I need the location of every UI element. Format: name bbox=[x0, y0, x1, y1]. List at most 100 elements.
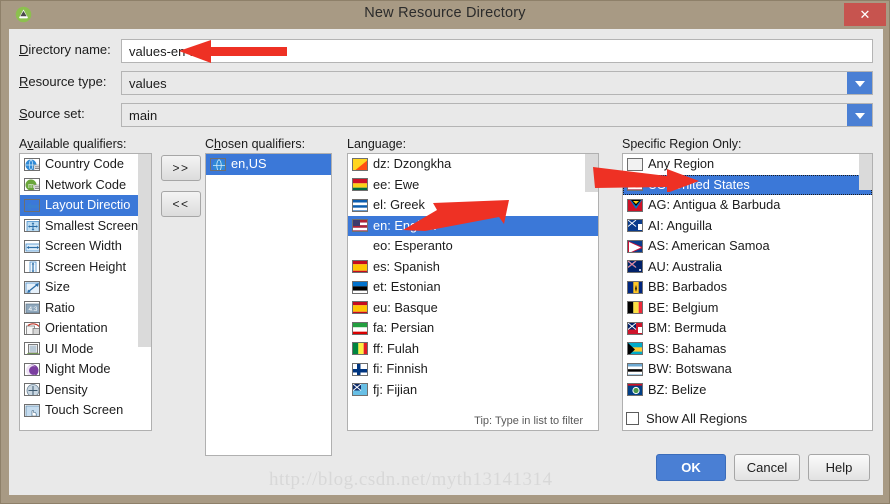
remove-qualifier-button[interactable]: << bbox=[161, 191, 201, 217]
list-item[interactable]: ff: Fulah bbox=[348, 339, 598, 360]
list-item[interactable]: Size bbox=[20, 277, 151, 298]
list-item[interactable]: el: Greek bbox=[348, 195, 598, 216]
blank-flag-icon bbox=[627, 157, 643, 171]
list-item[interactable]: es: Spanish bbox=[348, 257, 598, 278]
list-item[interactable]: BS: Bahamas bbox=[623, 339, 872, 360]
list-item[interactable]: US: United States bbox=[623, 174, 872, 195]
size-icon bbox=[24, 280, 40, 294]
list-item[interactable]: et: Estonian bbox=[348, 277, 598, 298]
filter-tip: Tip: Type in list to filter bbox=[474, 415, 583, 427]
add-qualifier-button[interactable]: >> bbox=[161, 155, 201, 181]
density-icon bbox=[24, 383, 40, 397]
flag-fi-icon bbox=[352, 362, 368, 376]
language-scrollbar[interactable] bbox=[585, 154, 598, 430]
flag-bm-icon bbox=[627, 321, 643, 335]
chevron-down-icon[interactable] bbox=[847, 72, 872, 94]
list-item[interactable]: Density bbox=[20, 380, 151, 401]
list-item[interactable]: m Network Code bbox=[20, 175, 151, 196]
flag-ee-icon bbox=[352, 280, 368, 294]
list-item-label: es: Spanish bbox=[373, 258, 440, 274]
scrollbar-thumb[interactable] bbox=[585, 154, 598, 192]
list-item[interactable]: AS: American Samoa bbox=[623, 236, 872, 257]
flag-be-icon bbox=[627, 301, 643, 315]
flag-bb-icon bbox=[627, 280, 643, 294]
source-set-combo[interactable]: main bbox=[121, 103, 873, 127]
list-item[interactable]: eu: Basque bbox=[348, 298, 598, 319]
scrollbar-thumb[interactable] bbox=[859, 154, 872, 190]
list-item[interactable]: AG: Antigua & Barbuda bbox=[623, 195, 872, 216]
resource-type-label: Resource type: bbox=[19, 74, 107, 89]
list-item-label: eu: Basque bbox=[373, 299, 438, 315]
region-scrollbar[interactable] bbox=[859, 154, 872, 430]
list-item[interactable]: eo: Esperanto bbox=[348, 236, 598, 257]
list-item[interactable]: AI: Anguilla bbox=[623, 216, 872, 237]
directory-name-row: Directory name: values-en-rUS bbox=[9, 39, 883, 63]
list-item[interactable]: fa: Persian bbox=[348, 318, 598, 339]
cancel-button[interactable]: Cancel bbox=[734, 454, 800, 481]
list-item[interactable]: BM: Bermuda bbox=[623, 318, 872, 339]
source-set-label: Source set: bbox=[19, 106, 85, 121]
list-item-label: UI Mode bbox=[45, 340, 94, 356]
list-item[interactable]: Screen Height bbox=[20, 257, 151, 278]
flag-gr-icon bbox=[352, 198, 368, 212]
list-item[interactable]: en,US bbox=[206, 154, 331, 175]
list-item[interactable]: Screen Width bbox=[20, 236, 151, 257]
dialog-body: Directory name: values-en-rUS Resource t… bbox=[9, 29, 883, 495]
available-qualifiers-list[interactable]: Country Code m Network Code Layout Directio… bbox=[19, 153, 152, 431]
list-item[interactable]: Layout Directio bbox=[20, 195, 151, 216]
screen-width-icon bbox=[24, 239, 40, 253]
list-item[interactable]: BE: Belgium bbox=[623, 298, 872, 319]
list-item[interactable]: fj: Fijian bbox=[348, 380, 598, 401]
list-item[interactable]: BB: Barbados bbox=[623, 277, 872, 298]
list-item-label: BB: Barbados bbox=[648, 279, 727, 294]
scrollbar-thumb[interactable] bbox=[138, 154, 151, 347]
language-caption: Language: bbox=[347, 137, 407, 151]
ok-button[interactable]: OK bbox=[656, 454, 726, 481]
list-item[interactable]: BW: Botswana bbox=[623, 359, 872, 380]
touch-screen-icon bbox=[24, 403, 40, 417]
flag-fj-icon bbox=[352, 383, 368, 397]
show-all-regions-label: Show All Regions bbox=[646, 411, 748, 426]
list-item[interactable]: Smallest Screen bbox=[20, 216, 151, 237]
region-list[interactable]: Any Region US: United States AG: Antigua &… bbox=[622, 153, 873, 431]
list-item[interactable]: AU: Australia bbox=[623, 257, 872, 278]
flag-bs-icon bbox=[627, 342, 643, 356]
close-icon[interactable]: ✕ bbox=[844, 3, 886, 26]
list-item[interactable]: Any Region bbox=[623, 154, 872, 175]
screen-height-icon bbox=[24, 260, 40, 274]
svg-text:m: m bbox=[28, 183, 34, 190]
list-item-label: Screen Height bbox=[45, 258, 127, 274]
list-item[interactable]: ee: Ewe bbox=[348, 175, 598, 196]
list-item[interactable]: Country Code bbox=[20, 154, 151, 175]
globe-icon bbox=[210, 157, 226, 171]
available-qualifiers-scrollbar[interactable] bbox=[138, 154, 151, 430]
list-item-label: Orientation bbox=[45, 320, 108, 335]
list-item[interactable]: dz: Dzongkha bbox=[348, 154, 598, 175]
ui-mode-icon bbox=[24, 342, 40, 356]
list-item-label: fa: Persian bbox=[373, 320, 435, 335]
layout-direction-icon bbox=[24, 198, 40, 212]
resource-type-combo[interactable]: values bbox=[121, 71, 873, 95]
list-item[interactable]: Touch Screen bbox=[20, 400, 151, 421]
language-list[interactable]: dz: Dzongkha ee: Ewe el: Greek en: English e… bbox=[347, 153, 599, 431]
list-item[interactable]: UI Mode bbox=[20, 339, 151, 360]
list-item[interactable]: 4:3 Ratio bbox=[20, 298, 151, 319]
list-item[interactable]: Night Mode bbox=[20, 359, 151, 380]
flag-au-icon bbox=[627, 260, 643, 274]
directory-name-input[interactable]: values-en-rUS bbox=[121, 39, 873, 63]
list-item-label: BE: Belgium bbox=[648, 299, 719, 315]
list-item-label: Size bbox=[45, 279, 70, 294]
show-all-regions-row[interactable]: Show All Regions bbox=[626, 411, 747, 426]
chosen-qualifiers-list[interactable]: en,US bbox=[205, 153, 332, 456]
list-item[interactable]: fi: Finnish bbox=[348, 359, 598, 380]
list-item[interactable]: en: English bbox=[348, 215, 598, 236]
list-item[interactable]: BZ: Belize bbox=[623, 380, 872, 401]
list-item[interactable]: Orientation bbox=[20, 318, 151, 339]
help-button[interactable]: Help bbox=[808, 454, 870, 481]
chevron-down-icon[interactable] bbox=[847, 104, 872, 126]
list-item-label: Layout Directio bbox=[45, 197, 131, 212]
list-item-label: Smallest Screen bbox=[45, 217, 139, 233]
list-item-label: fj: Fijian bbox=[373, 381, 418, 397]
flag-ir-icon bbox=[352, 321, 368, 335]
show-all-regions-checkbox[interactable] bbox=[626, 412, 639, 425]
